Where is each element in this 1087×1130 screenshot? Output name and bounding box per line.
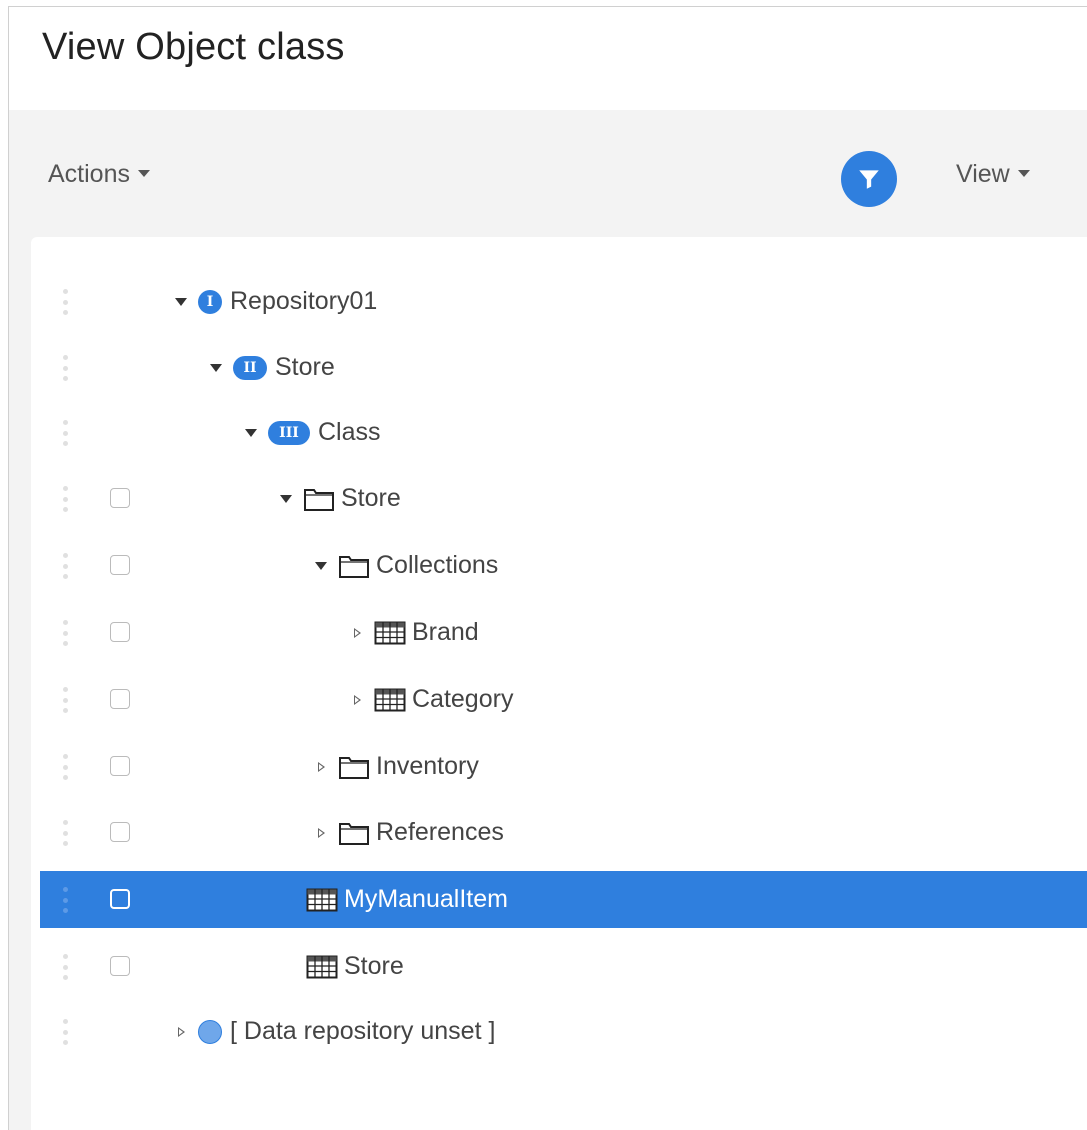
triangle-down-icon xyxy=(210,363,222,372)
view-label: View xyxy=(956,160,1010,188)
folder-icon xyxy=(338,754,370,780)
drag-handle-icon[interactable] xyxy=(62,355,68,381)
drag-handle-icon[interactable] xyxy=(62,420,68,446)
caret-down-icon xyxy=(1017,169,1030,177)
drag-handle-icon[interactable] xyxy=(62,486,68,512)
tree-row-store-folder[interactable]: Store xyxy=(40,470,1087,527)
row-checkbox[interactable] xyxy=(110,889,130,909)
tree-node-label: Store xyxy=(341,484,401,512)
table-icon xyxy=(374,621,406,645)
tree-node-label: Store xyxy=(344,952,404,980)
level-2-icon: II xyxy=(233,355,267,380)
tree-node-label: Repository01 xyxy=(230,287,378,315)
tree-row-repository01[interactable]: I Repository01 xyxy=(40,273,1087,330)
triangle-down-icon xyxy=(315,561,327,570)
tree-row-collections[interactable]: Collections xyxy=(40,537,1087,594)
actions-label: Actions xyxy=(48,160,130,188)
drag-handle-icon[interactable] xyxy=(62,1019,68,1045)
triangle-down-icon xyxy=(175,297,187,306)
expand-toggle[interactable] xyxy=(348,627,366,638)
collapse-toggle[interactable] xyxy=(242,428,260,437)
tree-row-inventory[interactable]: Inventory xyxy=(40,738,1087,795)
tree-node-label: Inventory xyxy=(376,752,479,780)
caret-down-icon xyxy=(137,169,150,177)
tree-row-store-table[interactable]: Store xyxy=(40,938,1087,995)
expand-toggle[interactable] xyxy=(348,694,366,705)
row-checkbox[interactable] xyxy=(110,689,130,709)
tree-node-label: Collections xyxy=(376,551,499,579)
tree-row-store[interactable]: II Store xyxy=(40,339,1087,396)
tree-node-label: Class xyxy=(318,418,381,446)
tree-row-mymanualitem[interactable]: MyManualItem xyxy=(40,871,1087,928)
tree-row-brand[interactable]: Brand xyxy=(40,604,1087,661)
expand-toggle[interactable] xyxy=(172,1026,190,1037)
drag-handle-icon[interactable] xyxy=(62,289,68,315)
folder-icon xyxy=(338,553,370,579)
page-title: View Object class xyxy=(42,26,345,68)
triangle-down-icon xyxy=(245,428,257,437)
drag-handle-icon[interactable] xyxy=(62,820,68,846)
drag-handle-icon[interactable] xyxy=(62,754,68,780)
collapse-toggle[interactable] xyxy=(277,494,295,503)
row-checkbox[interactable] xyxy=(110,822,130,842)
triangle-right-icon xyxy=(353,627,361,638)
drag-handle-icon[interactable] xyxy=(62,620,68,646)
table-icon xyxy=(374,688,406,712)
table-icon xyxy=(306,955,338,979)
triangle-right-icon xyxy=(177,1026,185,1037)
actions-menu-button[interactable]: Actions xyxy=(48,160,150,189)
tree-node-label: Category xyxy=(412,685,514,713)
filter-button[interactable] xyxy=(841,151,897,207)
tree-node-label: Store xyxy=(275,353,335,381)
folder-icon xyxy=(303,486,335,512)
tree-row-category[interactable]: Category xyxy=(40,671,1087,728)
collapse-toggle[interactable] xyxy=(207,363,225,372)
level-1-icon: I xyxy=(198,289,222,314)
expand-toggle[interactable] xyxy=(312,761,330,772)
triangle-right-icon xyxy=(317,827,325,838)
triangle-right-icon xyxy=(317,761,325,772)
drag-handle-icon[interactable] xyxy=(62,954,68,980)
row-checkbox[interactable] xyxy=(110,488,130,508)
expand-toggle[interactable] xyxy=(312,827,330,838)
view-menu-button[interactable]: View xyxy=(956,160,1030,189)
triangle-down-icon xyxy=(280,494,292,503)
filter-icon xyxy=(859,170,879,189)
tree-row-class[interactable]: III Class xyxy=(40,404,1087,461)
drag-handle-icon[interactable] xyxy=(62,687,68,713)
level-3-icon: III xyxy=(268,420,310,445)
drag-handle-icon[interactable] xyxy=(62,553,68,579)
row-checkbox[interactable] xyxy=(110,622,130,642)
tree-node-label: Brand xyxy=(412,618,479,646)
drag-handle-icon[interactable] xyxy=(62,887,68,913)
collapse-toggle[interactable] xyxy=(172,297,190,306)
table-icon xyxy=(306,888,338,912)
repository-circle-icon xyxy=(198,1019,222,1044)
row-checkbox[interactable] xyxy=(110,756,130,776)
collapse-toggle[interactable] xyxy=(312,561,330,570)
tree-node-label: MyManualItem xyxy=(344,885,508,913)
tree-row-data-repository-unset[interactable]: [ Data repository unset ] xyxy=(40,1003,1087,1060)
tree-node-label: [ Data repository unset ] xyxy=(230,1017,496,1045)
folder-icon xyxy=(338,820,370,846)
row-checkbox[interactable] xyxy=(110,555,130,575)
tree-row-references[interactable]: References xyxy=(40,804,1087,861)
tree-node-label: References xyxy=(376,818,504,846)
row-checkbox[interactable] xyxy=(110,956,130,976)
triangle-right-icon xyxy=(353,694,361,705)
